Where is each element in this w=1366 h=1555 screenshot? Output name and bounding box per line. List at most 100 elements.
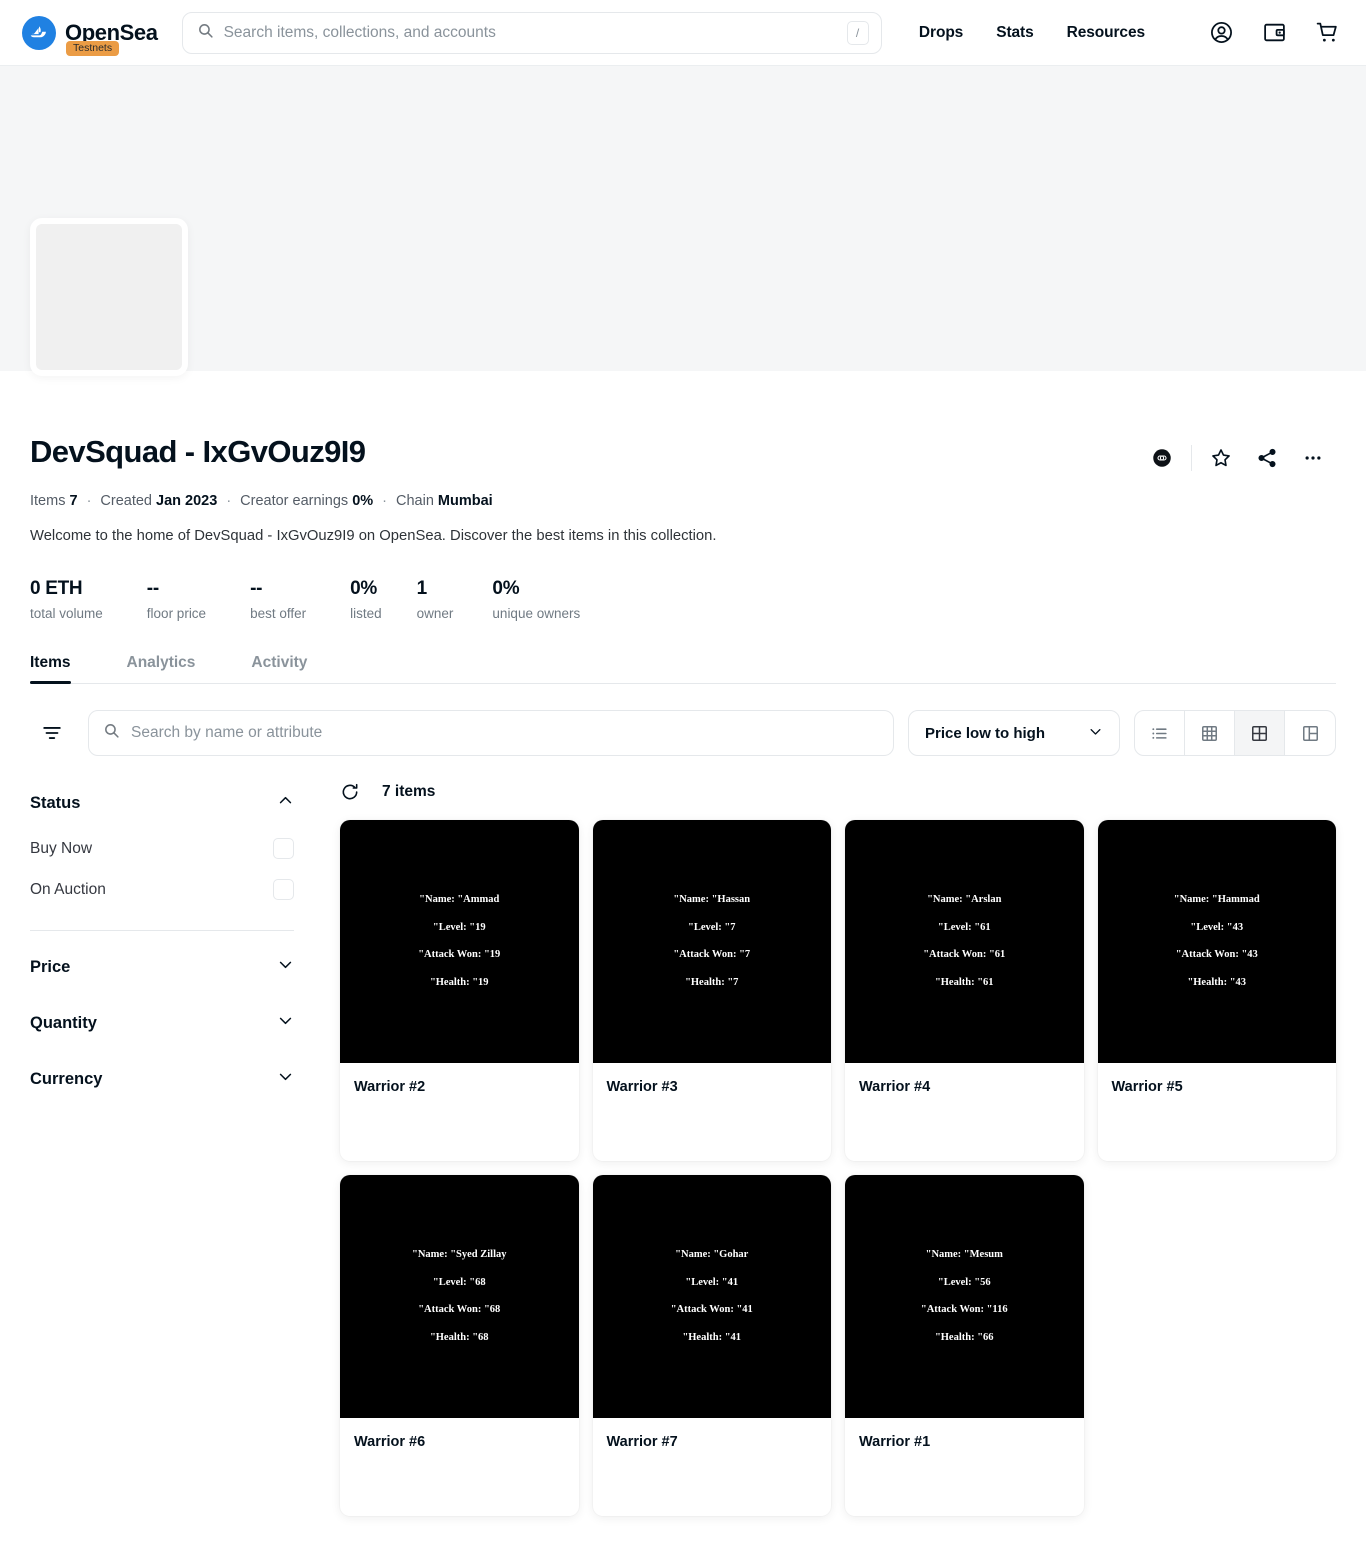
item-card[interactable]: "Name: "Ammad "Level: "19 "Attack Won: "… [340, 820, 579, 1162]
meta-separator: · [86, 493, 92, 509]
filter-sidebar: Status Buy Now On Auction Price Quantity… [30, 778, 340, 1107]
collection-header: DevSquad - IxGvOuz9I9 Items 7 · Created … [0, 371, 1366, 621]
items-toolbar: Price low to high [30, 710, 1336, 757]
item-attribute-attack-won: "Attack Won: "116 [920, 1304, 1008, 1316]
item-attribute-attack-won: "Attack Won: "19 [418, 949, 501, 961]
item-attribute-attack-won: "Attack Won: "68 [418, 1304, 501, 1316]
meta-items-value: 7 [69, 493, 78, 509]
item-search[interactable] [88, 710, 894, 757]
filter-section-currency[interactable]: Currency [30, 1051, 306, 1107]
chain-badge-icon[interactable] [1139, 443, 1185, 473]
collection-tabs: Items Analytics Activity [30, 654, 1336, 685]
item-attribute-level: "Level: "19 [432, 921, 486, 933]
item-attribute-name: "Name: "Hammad [1173, 894, 1260, 906]
item-card[interactable]: "Name: "Syed Zillay "Level: "68 "Attack … [340, 1175, 579, 1517]
filter-section-price[interactable]: Price [30, 939, 306, 995]
opensea-logo[interactable]: OpenSea Testnets [22, 15, 158, 56]
refresh-icon[interactable] [340, 782, 360, 802]
filter-option-on-auction[interactable]: On Auction [30, 869, 306, 910]
item-attribute-health: "Health: "43 [1187, 976, 1247, 988]
filter-option-label: Buy Now [30, 839, 93, 857]
collection-avatar[interactable] [30, 218, 188, 376]
view-grid-large-button[interactable] [1235, 711, 1285, 756]
item-card[interactable]: "Name: "Mesum "Level: "56 "Attack Won: "… [845, 1175, 1084, 1517]
item-body: Warrior #1 [845, 1418, 1084, 1516]
meta-separator: · [382, 493, 387, 509]
view-detail-button[interactable] [1285, 711, 1335, 755]
collection-description: Welcome to the home of DevSquad - IxGvOu… [30, 528, 717, 544]
item-title: Warrior #5 [1111, 1079, 1183, 1096]
item-card[interactable]: "Name: "Hammad "Level: "43 "Attack Won: … [1097, 820, 1336, 1162]
item-attribute-attack-won: "Attack Won: "43 [1175, 949, 1258, 961]
item-attribute-name: "Name: "Gohar [675, 1249, 749, 1261]
item-search-input[interactable] [131, 724, 879, 743]
item-card[interactable]: "Name: "Arslan "Level: "61 "Attack Won: … [845, 820, 1084, 1162]
filter-section-quantity[interactable]: Quantity [30, 995, 306, 1051]
item-attribute-attack-won: "Attack Won: "61 [923, 949, 1006, 961]
global-search[interactable]: / [181, 11, 882, 54]
stat-label: unique owners [492, 606, 581, 622]
view-list-button[interactable] [1135, 711, 1185, 756]
global-search-input[interactable] [223, 23, 847, 42]
item-attribute-name: "Name: "Hassan [673, 894, 751, 906]
item-media: "Name: "Ammad "Level: "19 "Attack Won: "… [340, 820, 579, 1064]
item-attribute-level: "Level: "68 [432, 1276, 486, 1288]
collection-meta: Items 7 · Created Jan 2023 · Creator ear… [30, 493, 1336, 509]
item-attribute-attack-won: "Attack Won: "41 [670, 1304, 753, 1316]
item-attribute-name: "Name: "Syed Zillay [412, 1249, 507, 1261]
collection-stats: 0 ETH total volume -- floor price -- bes… [30, 578, 1336, 622]
item-body: Warrior #7 [593, 1418, 832, 1516]
more-icon[interactable] [1290, 443, 1336, 473]
item-title: Warrior #7 [606, 1434, 678, 1451]
item-attribute-level: "Level: "43 [1190, 921, 1244, 933]
nav-link-resources[interactable]: Resources [1067, 24, 1145, 42]
wallet-icon[interactable] [1262, 20, 1287, 45]
tab-analytics[interactable]: Analytics [127, 654, 196, 683]
items-count-row: 7 items [340, 778, 1336, 820]
tab-activity[interactable]: Activity [251, 654, 307, 683]
opensea-mark-icon [22, 15, 56, 50]
page-title: DevSquad - IxGvOuz9I9 [30, 434, 366, 469]
cart-icon[interactable] [1315, 20, 1340, 45]
item-attribute-health: "Health: "7 [685, 976, 739, 988]
item-body: Warrior #4 [845, 1063, 1084, 1161]
item-media: "Name: "Gohar "Level: "41 "Attack Won: "… [592, 1175, 831, 1419]
share-icon[interactable] [1244, 443, 1290, 473]
tab-items[interactable]: Items [30, 654, 71, 685]
item-attribute-name: "Name: "Mesum [925, 1249, 1003, 1261]
search-icon [103, 722, 120, 744]
meta-separator: · [226, 493, 232, 509]
action-divider [1191, 445, 1192, 471]
stat-owner: 1 owner [417, 579, 454, 622]
account-icon[interactable] [1209, 20, 1234, 45]
filter-section-title: Quantity [30, 1013, 97, 1032]
search-slash-shortcut: / [846, 20, 869, 45]
nav-link-drops[interactable]: Drops [919, 24, 963, 42]
meta-chain-value: Mumbai [437, 493, 493, 509]
nav-link-stats[interactable]: Stats [996, 24, 1034, 42]
item-body: Warrior #6 [340, 1418, 579, 1516]
star-icon[interactable] [1198, 443, 1244, 473]
stat-unique-owners: 0% unique owners [492, 579, 581, 622]
filter-section-title: Currency [30, 1069, 103, 1088]
view-grid-small-button[interactable] [1185, 711, 1235, 756]
meta-created-value: Jan 2023 [156, 493, 218, 509]
on-auction-checkbox[interactable] [273, 879, 294, 901]
stat-label: total volume [30, 606, 103, 622]
meta-earnings-label: Creator earnings [240, 493, 349, 509]
item-attribute-level: "Level: "41 [685, 1276, 739, 1288]
view-toggle-group [1134, 710, 1336, 757]
stat-value: -- [146, 578, 159, 600]
filter-option-buy-now[interactable]: Buy Now [30, 828, 306, 869]
filter-toggle-button[interactable] [30, 710, 74, 756]
stat-value: -- [250, 578, 263, 600]
item-card[interactable]: "Name: "Hassan "Level: "7 "Attack Won: "… [592, 820, 831, 1162]
filter-section-status[interactable]: Status [30, 778, 306, 828]
buy-now-checkbox[interactable] [273, 838, 294, 860]
item-media: "Name: "Hammad "Level: "43 "Attack Won: … [1097, 820, 1336, 1064]
item-attribute-health: "Health: "19 [429, 976, 489, 988]
chevron-down-icon [277, 1012, 294, 1034]
sort-dropdown[interactable]: Price low to high [908, 710, 1120, 757]
item-attribute-level: "Level: "7 [687, 921, 736, 933]
item-card[interactable]: "Name: "Gohar "Level: "41 "Attack Won: "… [592, 1175, 832, 1517]
